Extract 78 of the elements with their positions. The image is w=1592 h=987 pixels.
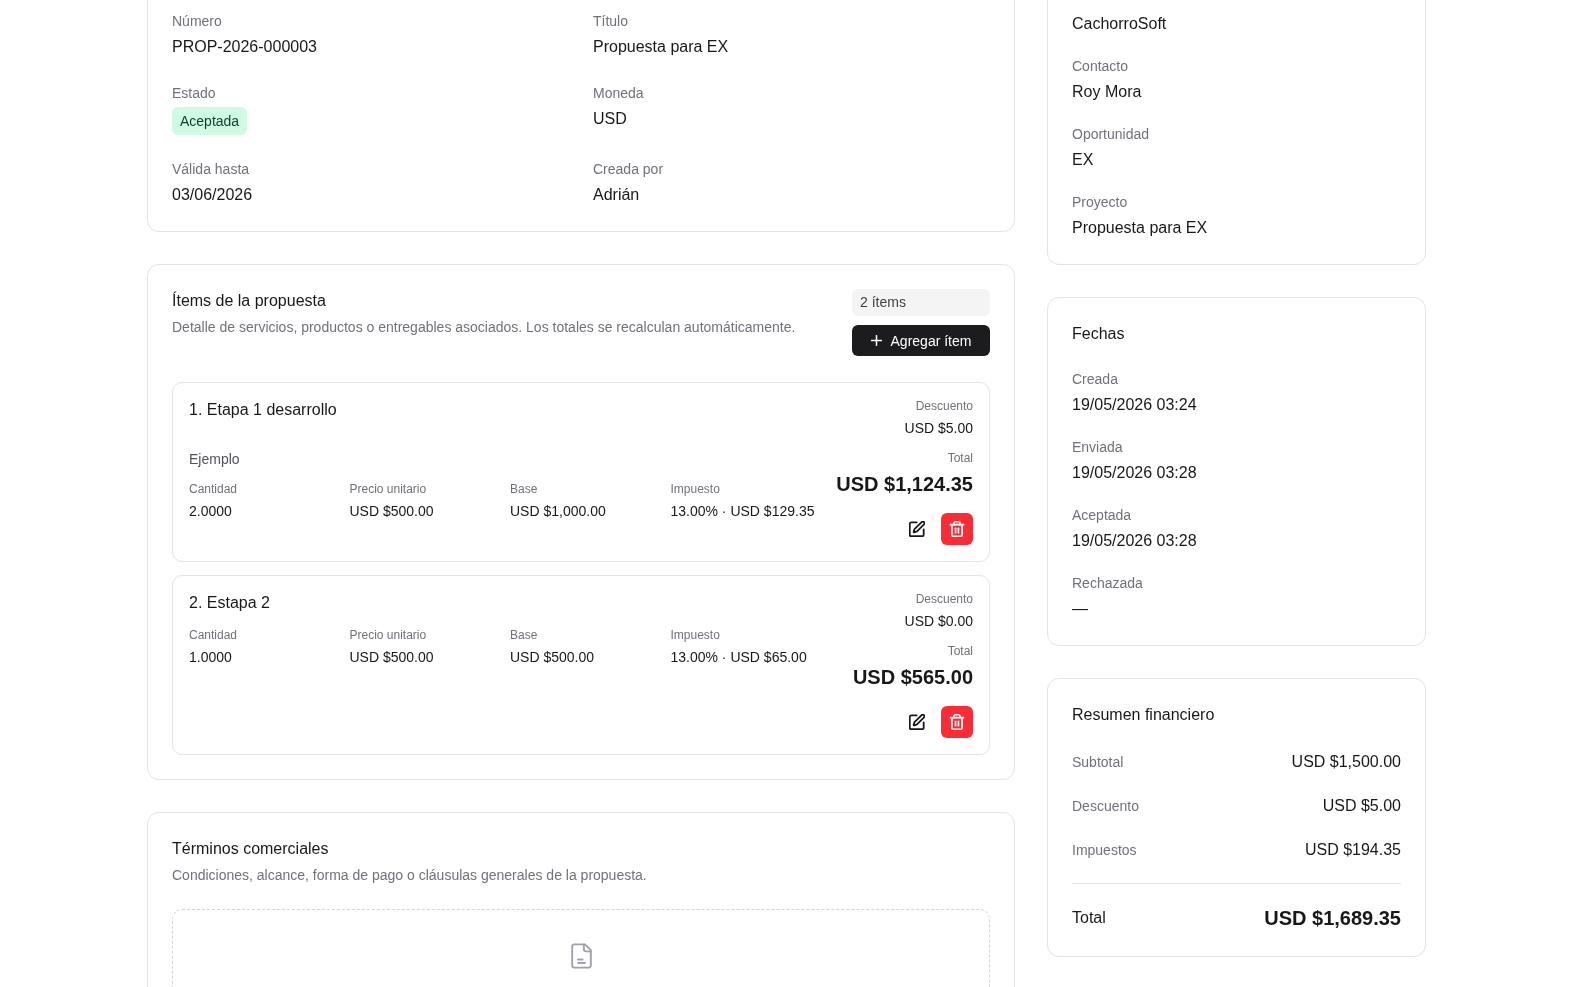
discount-amount: USD $5.00	[904, 419, 973, 438]
summary-amount: USD $5.00	[1322, 796, 1401, 816]
field-label: Enviada	[1072, 438, 1123, 457]
metric-value: USD $500.00	[349, 502, 434, 521]
card-title: Resumen financiero	[1072, 705, 1215, 725]
field-value: EX	[1072, 150, 1094, 170]
item-title: 1. Etapa 1 desarrollo	[189, 400, 337, 420]
field-value: Propuesta para EX	[593, 37, 729, 57]
total-amount: USD $1,124.35	[836, 472, 973, 497]
metric-label: Impuesto	[670, 481, 720, 497]
field-value: USD	[593, 109, 627, 129]
field-label: Aceptada	[1072, 506, 1132, 525]
section-subtitle: Condiciones, alcance, forma de pago o cláusulas generales de la propuesta.	[172, 866, 647, 885]
field-label: Rechazada	[1072, 574, 1143, 593]
field-label: Contacto	[1072, 57, 1129, 76]
discount-label: Descuento	[915, 591, 973, 607]
field-label: Estado	[172, 84, 216, 103]
field-label: Oportunidad	[1072, 125, 1150, 144]
summary-label: Impuestos	[1072, 841, 1137, 860]
metric-value: 13.00% · USD $65.00	[670, 648, 807, 667]
field-value: Adrián	[593, 185, 640, 205]
field-label: Título	[593, 12, 628, 31]
trash-icon	[949, 714, 965, 730]
summary-label: Descuento	[1072, 797, 1139, 816]
trash-icon	[949, 521, 965, 537]
metric-value: 1.0000	[189, 648, 232, 667]
field-label: Creada	[1072, 370, 1118, 389]
metric-label: Base	[510, 481, 538, 497]
add-item-button[interactable]: Agregar ítem	[852, 325, 990, 356]
metric-value: USD $1,000.00	[510, 502, 606, 521]
field-value: Propuesta para EX	[1072, 218, 1208, 238]
field-value: —	[1072, 599, 1088, 619]
summary-label: Subtotal	[1072, 753, 1124, 772]
delete-button[interactable]	[941, 513, 973, 545]
section-title: Términos comerciales	[172, 839, 329, 859]
field-value: 03/06/2026	[172, 185, 253, 205]
section-subtitle: Detalle de servicios, productos o entregables asociados. Los totales se recalculan automáticamente.	[172, 318, 796, 337]
grand-total-amount: USD $1,689.35	[1264, 906, 1401, 931]
discount-label: Descuento	[915, 398, 973, 414]
metric-label: Precio unitario	[349, 627, 427, 643]
pencil-square-icon	[909, 521, 925, 537]
total-amount: USD $565.00	[852, 665, 973, 690]
grand-total-label: Total	[1072, 908, 1106, 928]
metric-value: 13.00% · USD $129.35	[670, 502, 815, 521]
delete-button[interactable]	[941, 706, 973, 738]
field-value: 19/05/2026 03:24	[1072, 395, 1197, 415]
field-value: PROP-2026-000003	[172, 37, 317, 57]
pencil-square-icon	[909, 714, 925, 730]
field-label: Moneda	[593, 84, 644, 103]
field-label: Número	[172, 12, 222, 31]
document-icon	[570, 943, 592, 969]
metric-label: Precio unitario	[349, 481, 427, 497]
metric-value: USD $500.00	[349, 648, 434, 667]
metric-label: Cantidad	[189, 627, 238, 643]
metric-value: 2.0000	[189, 502, 232, 521]
field-label: Creada por	[593, 160, 664, 179]
metric-label: Impuesto	[670, 627, 720, 643]
card-title: Fechas	[1072, 324, 1125, 344]
field-value: CachorroSoft	[1072, 14, 1167, 34]
field-value: 19/05/2026 03:28	[1072, 531, 1197, 551]
section-title: Ítems de la propuesta	[172, 290, 326, 311]
metric-value: USD $500.00	[510, 648, 595, 667]
field-value: Roy Mora	[1072, 82, 1142, 102]
item-description: Ejemplo	[189, 450, 240, 469]
field-label: Válida hasta	[172, 160, 250, 179]
summary-amount: USD $194.35	[1304, 840, 1401, 860]
status-badge: Aceptada	[172, 107, 248, 135]
field-label: Proyecto	[1072, 193, 1128, 212]
item-count-badge: 2 ítems	[852, 289, 990, 316]
item-title: 2. Estapa 2	[189, 593, 270, 613]
total-label: Total	[947, 450, 973, 466]
field-value: 19/05/2026 03:28	[1072, 463, 1197, 483]
metric-label: Cantidad	[189, 481, 238, 497]
summary-amount: USD $1,500.00	[1291, 752, 1401, 772]
discount-amount: USD $0.00	[904, 612, 973, 631]
plus-icon	[870, 335, 882, 346]
metric-label: Base	[510, 627, 538, 643]
total-label: Total	[947, 643, 973, 659]
